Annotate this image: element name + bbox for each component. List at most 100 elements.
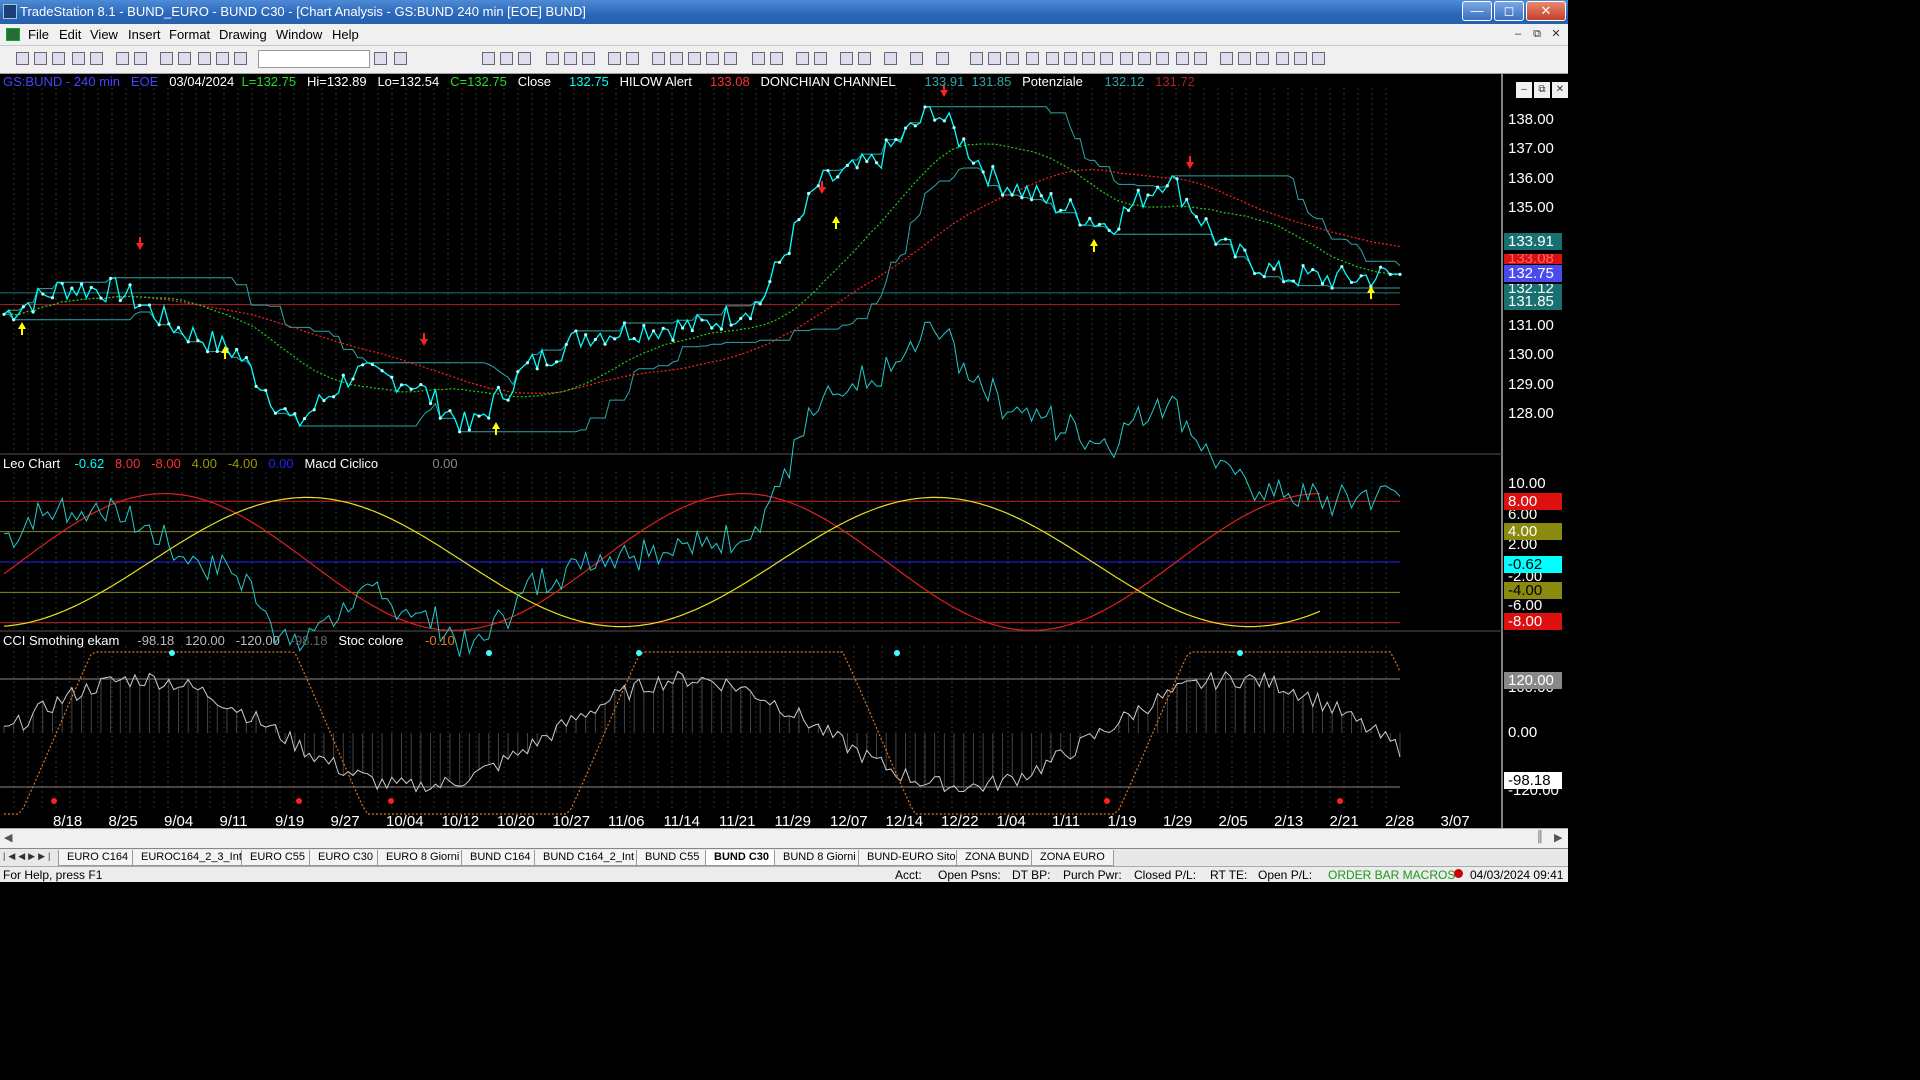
arrow-down-icon[interactable] [1238, 52, 1251, 65]
chart-area[interactable]: GS:BUND - 240 min EOE 03/04/2024 L=132.7… [0, 74, 1568, 830]
arc-icon[interactable] [1046, 52, 1059, 65]
symbol-combo[interactable] [258, 50, 370, 68]
rectangle-icon[interactable] [1294, 52, 1307, 65]
channel-icon[interactable] [1156, 52, 1169, 65]
data-window-icon[interactable] [858, 52, 871, 65]
tab-euro-8-giorni[interactable]: EURO 8 Giorni [377, 850, 469, 866]
scroll-left-arrow-icon[interactable]: ◀ [4, 831, 12, 844]
grid-icon-2[interactable] [500, 52, 513, 65]
format-icon[interactable] [608, 52, 621, 65]
open-icon[interactable] [34, 52, 47, 65]
menu-format[interactable]: Format [169, 27, 210, 42]
menu-view[interactable]: View [90, 27, 118, 42]
style-icon[interactable] [626, 52, 639, 65]
arrow-right-icon[interactable] [374, 52, 387, 65]
bars-icon[interactable] [724, 52, 737, 65]
mdi-minimize-button[interactable]: – [1510, 26, 1526, 42]
paste-icon[interactable] [72, 52, 85, 65]
grid-icon-1[interactable] [482, 52, 495, 65]
menu-help[interactable]: Help [332, 27, 359, 42]
lock-icon[interactable] [198, 52, 211, 65]
menu-edit[interactable]: Edit [59, 27, 81, 42]
regression-icon[interactable] [1120, 52, 1133, 65]
tab-euro-c164[interactable]: EURO C164 [58, 850, 138, 866]
pane-close-button[interactable]: ✕ [1552, 82, 1568, 98]
horizontal-line-icon[interactable] [1006, 52, 1019, 65]
tab-euroc164-2-3-int[interactable]: EUROC164_2_3_Int [132, 850, 251, 866]
candle-icon[interactable] [706, 52, 719, 65]
tools-icon[interactable] [884, 52, 897, 65]
close-button[interactable]: ✕ [1526, 1, 1566, 21]
pointer-icon[interactable] [840, 52, 853, 65]
maximize-button[interactable]: ◻ [1494, 1, 1524, 21]
scroll-right-icon[interactable] [770, 52, 783, 65]
trendline-icon[interactable] [970, 52, 983, 65]
window-icon[interactable] [160, 52, 173, 65]
bar-chart-icon[interactable] [688, 52, 701, 65]
tab-bund-c55[interactable]: BUND C55 [636, 850, 709, 866]
chart-icon[interactable] [546, 52, 559, 65]
tab-bund-8-giorni[interactable]: BUND 8 Giorni [774, 850, 865, 866]
macro-icon[interactable] [234, 52, 247, 65]
menu-drawing[interactable]: Drawing [219, 27, 267, 42]
andrews-icon[interactable] [1100, 52, 1113, 65]
close-price-point [1165, 184, 1169, 188]
tab-bund-c164-2-int[interactable]: BUND C164_2_Int [534, 850, 644, 866]
new-icon[interactable] [16, 52, 29, 65]
refresh-icon[interactable] [910, 52, 923, 65]
print-icon[interactable] [134, 52, 147, 65]
chart-window-icon[interactable] [6, 28, 20, 41]
menu-insert[interactable]: Insert [128, 27, 161, 42]
tile-icon[interactable] [178, 52, 191, 65]
strategy-icon[interactable] [582, 52, 595, 65]
mdi-restore-button[interactable]: ⧉ [1529, 26, 1545, 42]
text-icon[interactable] [1312, 52, 1325, 65]
ellipse-icon[interactable] [1276, 52, 1289, 65]
print-preview-icon[interactable] [116, 52, 129, 65]
headphone-icon[interactable] [1176, 52, 1189, 65]
vertical-lines-icon[interactable] [988, 52, 1001, 65]
hilow-value: 133.08 [709, 74, 750, 89]
chart-canvas[interactable] [0, 74, 1568, 828]
tab-zona-bund[interactable]: ZONA BUND [956, 850, 1039, 866]
tab-euro-c55[interactable]: EURO C55 [241, 850, 315, 866]
ruler-icon[interactable] [1138, 52, 1151, 65]
connection-status-icon [1454, 869, 1463, 878]
status-macros[interactable]: ORDER BAR MACROS [1328, 868, 1455, 882]
arrow-up-icon[interactable] [1256, 52, 1269, 65]
tab-nav-arrows-icon[interactable]: |◀◀▶▶| [3, 851, 53, 862]
pane-minimize-button[interactable]: – [1516, 82, 1532, 98]
curve-icon[interactable] [1220, 52, 1233, 65]
scroll-left-icon[interactable] [752, 52, 765, 65]
scroll-thumb-icon[interactable]: ║ [1536, 831, 1544, 843]
radar-icon[interactable] [670, 52, 683, 65]
save-icon[interactable] [90, 52, 103, 65]
snap-icon[interactable] [936, 52, 949, 65]
find-icon[interactable] [394, 52, 407, 65]
tab-zona-euro[interactable]: ZONA EURO [1031, 850, 1114, 866]
scanner-icon[interactable] [652, 52, 665, 65]
scroll-right-arrow-icon[interactable]: ▶ [1554, 831, 1562, 844]
indicator-icon[interactable] [564, 52, 577, 65]
pen-icon[interactable] [1194, 52, 1207, 65]
properties-icon[interactable] [216, 52, 229, 65]
tab-bund-euro-sito[interactable]: BUND-EURO Sito [858, 850, 965, 866]
tab-euro-c30[interactable]: EURO C30 [309, 850, 383, 866]
zoom-out-icon[interactable] [814, 52, 827, 65]
minimize-button[interactable]: — [1462, 1, 1492, 21]
menu-window[interactable]: Window [276, 27, 322, 42]
menu-file[interactable]: File [28, 27, 49, 42]
fib-icon[interactable] [1026, 52, 1039, 65]
mdi-close-button[interactable]: ✕ [1548, 26, 1564, 42]
close-price-point [12, 318, 16, 322]
tab-bund-c30[interactable]: BUND C30 [705, 850, 779, 866]
speed-lines-icon[interactable] [1064, 52, 1077, 65]
pane-restore-button[interactable]: ⧉ [1534, 82, 1550, 98]
horizontal-scrollbar[interactable]: ◀ ║ ▶ [0, 828, 1568, 848]
tab-bund-c164[interactable]: BUND C164 [461, 850, 540, 866]
gann-icon[interactable] [1082, 52, 1095, 65]
close-price-point [603, 342, 607, 346]
zoom-in-icon[interactable] [796, 52, 809, 65]
table-icon[interactable] [518, 52, 531, 65]
copy-icon[interactable] [52, 52, 65, 65]
